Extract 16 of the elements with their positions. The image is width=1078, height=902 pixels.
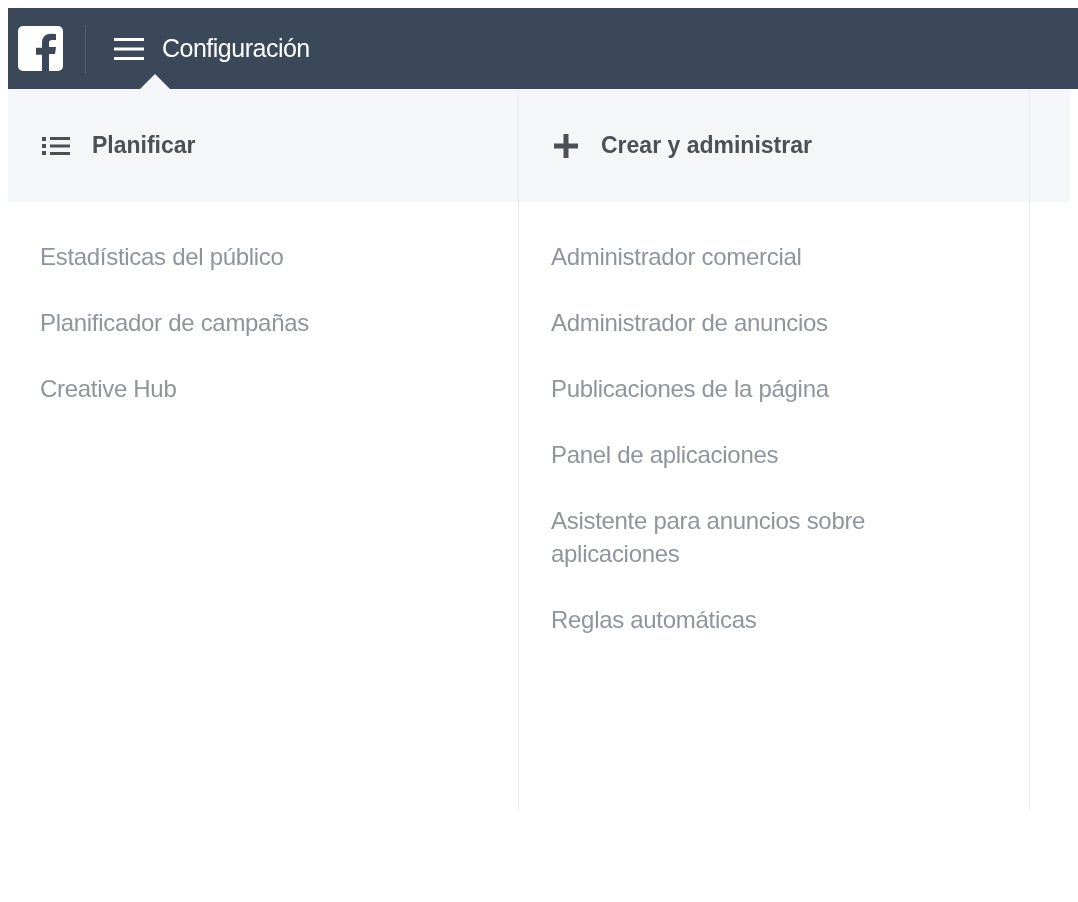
menu-link[interactable]: Publicaciones de la página xyxy=(551,372,829,405)
menu-link[interactable]: Panel de aplicaciones xyxy=(551,438,779,471)
menu-link[interactable]: Administrador comercial xyxy=(551,240,802,273)
menu-link[interactable]: Asistente para anuncios sobre aplicaciones xyxy=(551,504,951,570)
plus-icon xyxy=(553,132,579,159)
menu-link[interactable]: Reglas automáticas xyxy=(551,603,757,636)
list-icon xyxy=(42,134,70,157)
column-title: Planificar xyxy=(92,132,196,159)
menu-button[interactable]: Configuración xyxy=(114,34,310,63)
column-title: Crear y administrar xyxy=(601,132,812,159)
menu-link[interactable]: Estadísticas del público xyxy=(40,240,284,273)
menu-link[interactable]: Creative Hub xyxy=(40,372,177,405)
facebook-logo-icon[interactable] xyxy=(18,26,63,71)
menu-icon xyxy=(114,35,144,62)
menu-link[interactable]: Administrador de anuncios xyxy=(551,306,828,339)
menu-link[interactable]: Planificador de campañas xyxy=(40,306,309,339)
